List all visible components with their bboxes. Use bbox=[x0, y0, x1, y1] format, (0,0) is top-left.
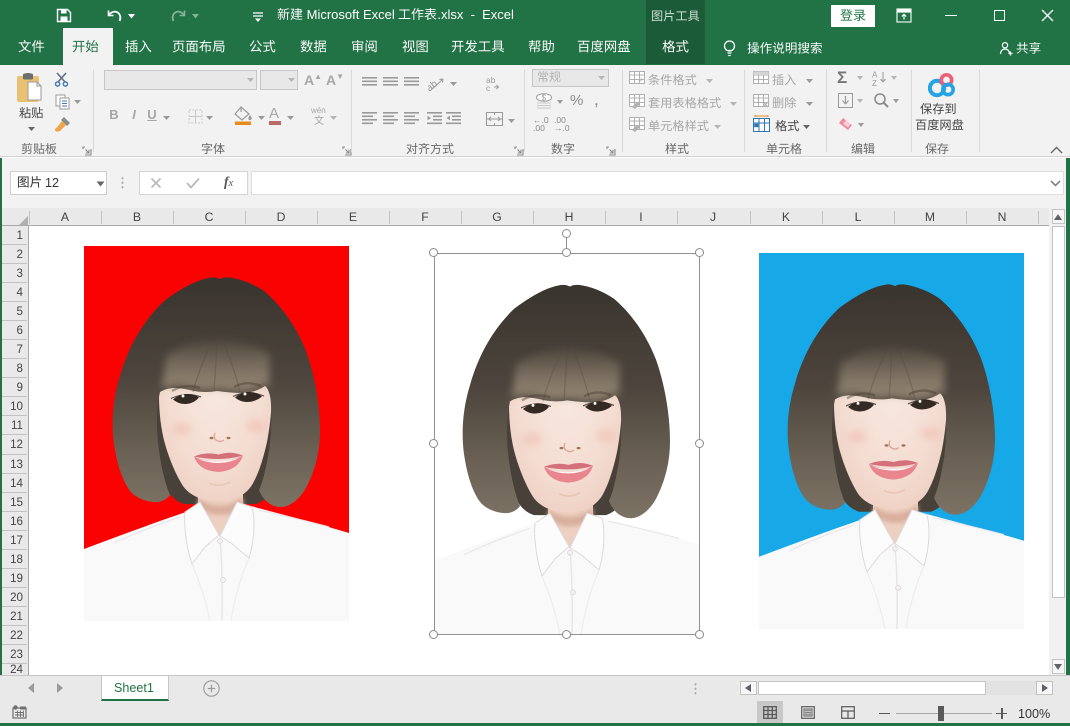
svg-text:$: $ bbox=[542, 94, 547, 103]
svg-text:wén: wén bbox=[310, 106, 326, 115]
svg-text:文: 文 bbox=[314, 114, 324, 127]
svg-text:≠: ≠ bbox=[638, 75, 643, 85]
svg-text:Z: Z bbox=[872, 79, 877, 86]
svg-text:ab: ab bbox=[428, 78, 440, 92]
